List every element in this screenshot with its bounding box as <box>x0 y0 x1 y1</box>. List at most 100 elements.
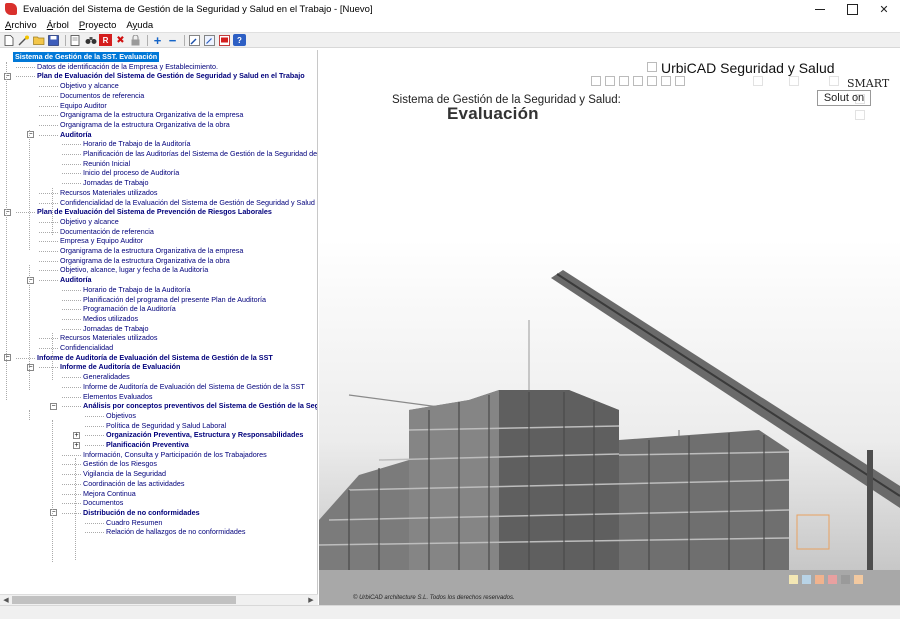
maximize-button[interactable] <box>836 0 868 18</box>
tree-item[interactable]: Inicio del proceso de Auditoría <box>83 168 179 178</box>
print-preview-icon[interactable] <box>69 34 82 46</box>
tree-item[interactable]: Organigrama de la estructura Organizativ… <box>60 256 230 266</box>
tree-item[interactable]: Horario de Trabajo de la Auditoría <box>83 139 190 149</box>
new-document-icon[interactable] <box>2 34 15 46</box>
tree-item[interactable]: Coordinación de las actividades <box>83 479 185 489</box>
tree-item[interactable]: Organigrama de la estructura Organizativ… <box>60 110 243 120</box>
tree-item[interactable]: Mejora Continua <box>83 489 136 499</box>
report-icon[interactable]: R <box>99 34 112 46</box>
tree-item[interactable]: Confidencialidad <box>60 343 113 353</box>
add-icon[interactable]: + <box>151 33 164 48</box>
edit-icon[interactable] <box>188 34 201 46</box>
tree-item[interactable]: Vigilancia de la Seguridad <box>83 469 166 479</box>
tree-item[interactable]: Reunión Inicial <box>83 159 130 169</box>
decorative-square <box>829 76 839 86</box>
tree-folder-item[interactable]: Distribución de no conformidades <box>83 508 200 518</box>
close-button[interactable]: ✕ <box>868 0 900 18</box>
tree-connector <box>62 154 81 155</box>
tree-item[interactable]: Objetivo, alcance, lugar y fecha de la A… <box>60 265 208 275</box>
expand-icon[interactable]: + <box>73 431 80 439</box>
remove-icon[interactable]: − <box>166 33 179 48</box>
lock-icon[interactable] <box>129 34 142 46</box>
delete-icon[interactable]: ✖ <box>114 34 127 46</box>
decorative-square <box>675 76 685 86</box>
tree-folder-item[interactable]: Informe de Auditoría de Evaluación <box>60 362 180 372</box>
scroll-left-icon[interactable]: ◀ <box>1 596 11 605</box>
tree-item[interactable]: Objetivo y alcance <box>60 217 119 227</box>
notes-icon[interactable] <box>203 34 216 46</box>
tree-view[interactable]: Sistema de Gestión de la SST. Evaluación… <box>0 50 318 605</box>
tree-connector <box>39 95 58 97</box>
tree-connector <box>16 357 35 359</box>
tree-folder-item[interactable]: Organización Preventiva, Estructura y Re… <box>106 430 303 440</box>
menu-proyecto[interactable]: Proyecto <box>74 20 122 31</box>
tree-item[interactable]: Jornadas de Trabajo <box>83 324 149 334</box>
brand-title: UrbiCAD Seguridad y Salud <box>661 60 835 76</box>
tree-item[interactable]: Generalidades <box>83 372 130 382</box>
tree-item[interactable]: Empresa y Equipo Auditor <box>60 236 143 246</box>
tree-item[interactable]: Planificación del programa del presente … <box>83 295 266 305</box>
menu-ayuda[interactable]: Ayuda <box>121 20 158 31</box>
decorative-square <box>647 62 657 72</box>
minimize-button[interactable] <box>804 0 836 18</box>
tree-folder-item[interactable]: Planificación Preventiva <box>106 440 189 450</box>
tree-connector <box>39 251 58 252</box>
tree-item[interactable]: Información, Consulta y Participación de… <box>83 450 267 460</box>
tree-connector <box>39 367 58 369</box>
tree-item[interactable]: Cuadro Resumen <box>106 518 162 528</box>
tree-folder-item[interactable]: Auditoría <box>60 275 92 285</box>
wizard-icon[interactable] <box>17 34 30 46</box>
help-icon[interactable]: ? <box>233 34 246 46</box>
tree-item[interactable]: Datos de identificación de la Empresa y … <box>37 62 218 72</box>
tree-connector <box>16 212 35 214</box>
tree-item[interactable]: Jornadas de Trabajo <box>83 178 149 188</box>
tree-folder-item[interactable]: Auditoría <box>60 130 92 140</box>
tree-connector <box>39 338 58 340</box>
tree-connector <box>39 221 58 223</box>
tree-connector <box>16 76 35 78</box>
tree-item[interactable]: Confidencialidad de la Evaluación del Si… <box>60 198 317 208</box>
menu-archivo[interactable]: Archivo <box>0 20 42 31</box>
tree-item[interactable]: Política de Seguridad y Salud Laboral <box>106 421 226 431</box>
save-icon[interactable] <box>47 34 60 46</box>
tree-item[interactable]: Planificación de las Auditorías del Sist… <box>83 149 317 159</box>
tree-item[interactable]: Objetivos <box>106 411 136 421</box>
tree-item[interactable]: Equipo Auditor <box>60 101 107 111</box>
binoculars-icon[interactable] <box>84 34 97 46</box>
tree-connector <box>62 183 81 185</box>
pdf-icon[interactable] <box>218 34 231 46</box>
scroll-right-icon[interactable]: ▶ <box>306 596 316 605</box>
decorative-square <box>753 76 763 86</box>
tree-folder-item[interactable]: Análisis por conceptos preventivos del S… <box>83 401 317 411</box>
tree-item[interactable]: Organigrama de la estructura Organizativ… <box>60 120 230 130</box>
decorative-square <box>633 76 643 86</box>
collapse-icon[interactable]: − <box>50 402 57 410</box>
tree-item[interactable]: Elementos Evaluados <box>83 392 153 402</box>
open-folder-icon[interactable] <box>32 34 45 46</box>
tree-item[interactable]: Medios utilizados <box>83 314 138 324</box>
decorative-square <box>591 76 601 86</box>
tree-horizontal-scrollbar[interactable]: ◀ ▶ <box>0 594 318 605</box>
tree-item[interactable]: Relación de hallazgos de no conformidade… <box>106 527 245 537</box>
tree-item[interactable]: Gestión de los Riesgos <box>83 459 157 469</box>
tree-connector <box>85 445 104 446</box>
tree-item[interactable]: Objetivo y alcance <box>60 81 119 91</box>
tree-item[interactable]: Recursos Materiales utilizados <box>60 333 157 343</box>
tree-folder-item[interactable]: Informe de Auditoría de Evaluación del S… <box>37 353 273 363</box>
tree-root-item[interactable]: Sistema de Gestión de la SST. Evaluación <box>13 52 160 62</box>
tree-item[interactable]: Organigrama de la estructura Organizativ… <box>60 246 243 256</box>
tree-item[interactable]: Documentos de referencia <box>60 91 144 101</box>
tree-folder-item[interactable]: Plan de Evaluación del Sistema de Gestió… <box>37 71 305 81</box>
tree-item[interactable]: Recursos Materiales utilizados <box>60 188 157 198</box>
tree-item[interactable]: Documentos <box>83 498 123 508</box>
scrollbar-thumb[interactable] <box>12 596 236 604</box>
tree-item[interactable]: Informe de Auditoría de Evaluación del S… <box>83 382 305 392</box>
tree-folder-item[interactable]: Plan de Evaluación del Sistema de Preven… <box>37 207 272 217</box>
tree-item[interactable]: Documentación de referencia <box>60 227 154 237</box>
decorative-square <box>647 76 657 86</box>
tree-item[interactable]: Horario de Trabajo de la Auditoría <box>83 285 190 295</box>
solution-badge: Solut on <box>817 90 871 106</box>
expand-icon[interactable]: + <box>73 441 80 449</box>
menu-arbol[interactable]: Árbol <box>42 20 74 31</box>
tree-item[interactable]: Programación de la Auditoría <box>83 304 176 314</box>
